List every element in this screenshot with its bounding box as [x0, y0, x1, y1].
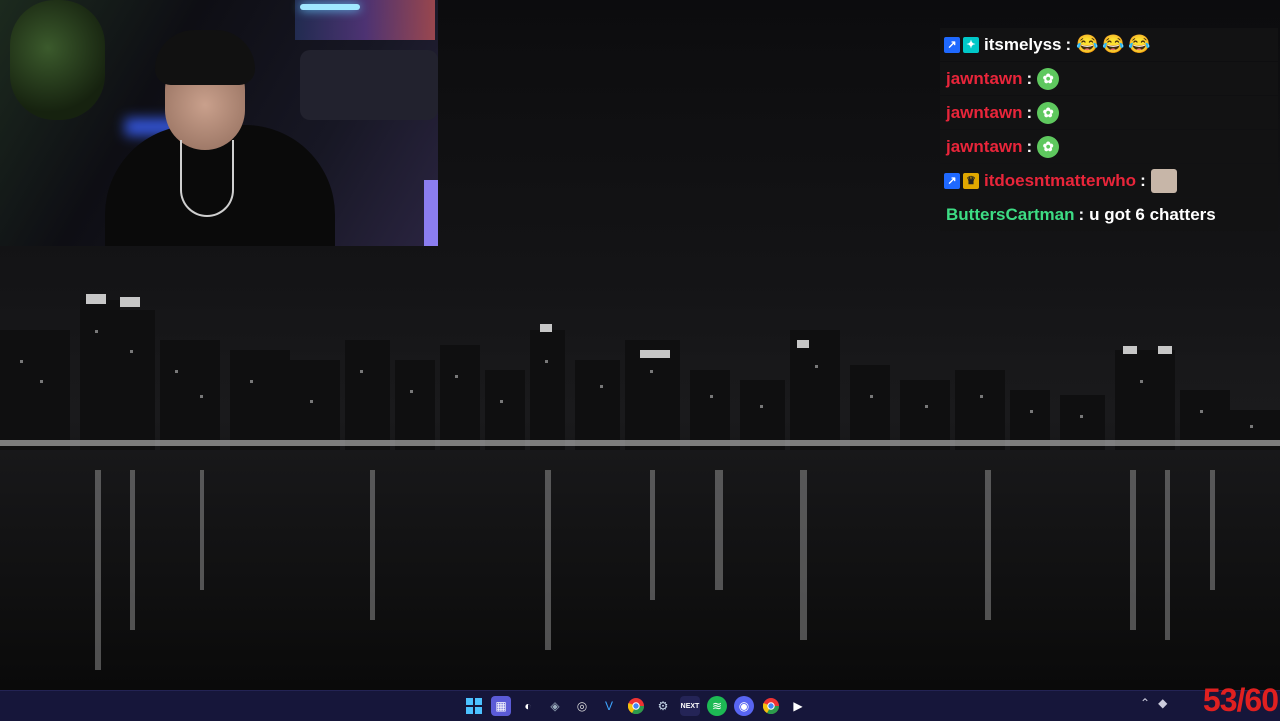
green-emote-icon: ✿: [1037, 67, 1060, 90]
purple-light-edge: [424, 180, 438, 246]
chat-message: jawntawn : ✿: [940, 130, 1278, 163]
chat-username: itdoesntmatterwho: [984, 170, 1137, 190]
windows-start-icon[interactable]: [464, 696, 484, 716]
subscriber-badge-icon: ✦: [963, 36, 979, 53]
chat-username: itsmelyss: [984, 34, 1062, 54]
chat-message: ↗ ♛ itdoesntmatterwho :: [940, 164, 1278, 197]
spotify-icon[interactable]: ≋: [707, 696, 727, 716]
crown-badge-icon: ♛: [963, 172, 979, 189]
chat-text: u got 6 chatters: [1089, 204, 1216, 224]
neon-sign: [300, 4, 360, 10]
chat-username: jawntawn: [946, 136, 1023, 156]
chat-overlay: ↗ ✦ itsmelyss : 😂 😂 😂 jawntawn : ✿ jawnt…: [940, 28, 1278, 232]
taskbar: ▦ ◐ ◈ ◎ V ⚙ NEXT ≋ ◉ ▶ ⌃ ◆: [0, 690, 1280, 721]
chat-message: ButtersCartman : u got 6 chatters: [940, 198, 1278, 231]
goal-counter: 53/60: [1202, 682, 1279, 718]
steam-icon[interactable]: ⚙: [653, 696, 673, 716]
plant-wall: [10, 0, 105, 120]
chat-username: jawntawn: [946, 102, 1023, 122]
vscode-icon[interactable]: V: [599, 696, 619, 716]
chevron-up-icon[interactable]: ⌃: [1140, 696, 1150, 710]
chat-message: jawntawn : ✿: [940, 96, 1278, 129]
discord-icon[interactable]: ◉: [734, 696, 754, 716]
prime-badge-icon: ↗: [944, 36, 960, 53]
system-tray: ⌃ ◆: [1140, 696, 1167, 710]
chat-separator: :: [1140, 170, 1146, 190]
chat-separator: :: [1078, 204, 1085, 224]
apps-grid-icon[interactable]: ▦: [491, 696, 511, 716]
prime-badge-icon: ↗: [944, 172, 960, 189]
chat-separator: :: [1026, 102, 1033, 122]
vscode-like-icon[interactable]: ◈: [545, 696, 565, 716]
chat-message: ↗ ✦ itsmelyss : 😂 😂 😂: [940, 28, 1278, 61]
chat-separator: :: [1026, 136, 1033, 156]
media-player-icon[interactable]: ▶: [788, 696, 808, 716]
streamer-hair: [155, 30, 255, 85]
chat-username: ButtersCartman: [946, 204, 1075, 224]
network-icon[interactable]: ◆: [1158, 696, 1167, 710]
streamer-chain: [180, 140, 234, 217]
taskbar-app-icons: ▦ ◐ ◈ ◎ V ⚙ NEXT ≋ ◉ ▶: [464, 696, 808, 716]
app-icon[interactable]: ◐: [518, 696, 538, 716]
green-emote-icon: ✿: [1037, 101, 1060, 124]
chrome-icon[interactable]: [761, 696, 781, 716]
obs-icon[interactable]: ◎: [572, 696, 592, 716]
chat-separator: :: [1026, 68, 1033, 88]
chat-message: jawntawn : ✿: [940, 62, 1278, 95]
chat-separator: :: [1065, 34, 1072, 54]
background-bed: [300, 50, 438, 120]
chat-username: jawntawn: [946, 68, 1023, 88]
laughing-emote-icon: 😂: [1075, 34, 1099, 54]
chrome-icon[interactable]: [626, 696, 646, 716]
next-icon[interactable]: NEXT: [680, 696, 700, 716]
laughing-emote-icon: 😂: [1101, 34, 1125, 54]
green-emote-icon: ✿: [1037, 135, 1060, 158]
face-emote-icon: [1150, 168, 1177, 193]
webcam-feed: [0, 0, 438, 246]
laughing-emote-icon: 😂: [1127, 34, 1151, 54]
